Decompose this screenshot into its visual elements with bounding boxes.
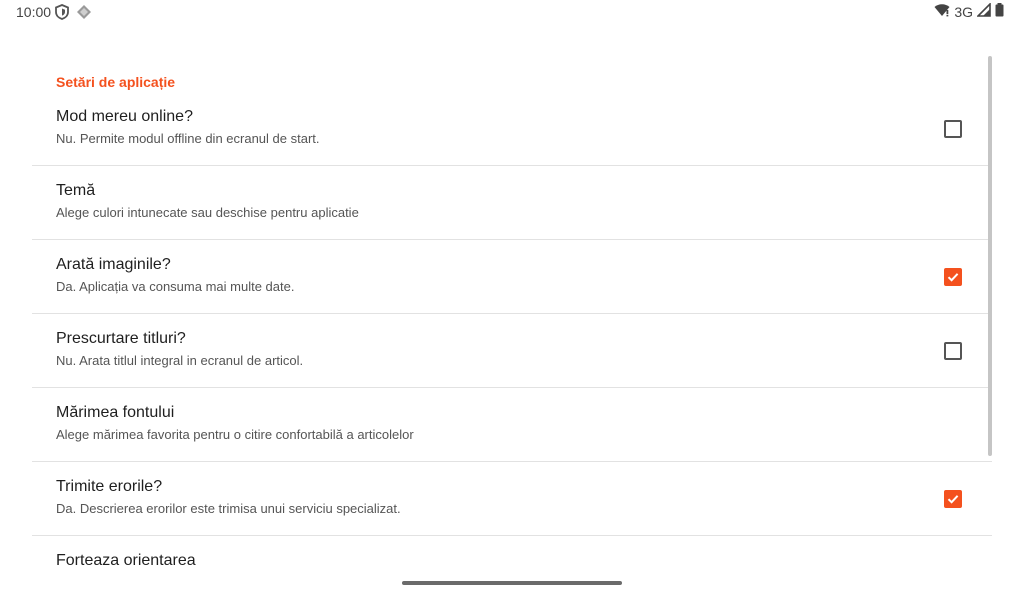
gesture-nav-handle[interactable] (402, 581, 622, 585)
setting-title: Arată imaginile? (56, 256, 171, 273)
setting-summary: Alege culori intunecate sau deschise pen… (56, 205, 359, 220)
category-header: Setări de aplicație (56, 74, 176, 90)
setting-font-size[interactable]: Mărimea fontului Alege mărimea favorita … (32, 388, 992, 462)
setting-summary: Da. Aplicația va consuma mai multe date. (56, 279, 295, 294)
setting-title: Mărimea fontului (56, 404, 175, 421)
send-errors-checkbox[interactable] (944, 490, 962, 508)
setting-title: Mod mereu online? (56, 108, 193, 125)
shorten-titles-checkbox[interactable] (944, 342, 962, 360)
wifi-icon (934, 3, 950, 20)
battery-icon (995, 3, 1004, 20)
status-time: 10:00 (16, 4, 52, 20)
setting-summary: Nu. Permite modul offline din ecranul de… (56, 131, 320, 146)
vpn-shield-icon (55, 4, 69, 25)
checkmark-icon (947, 495, 959, 504)
setting-shorten-titles[interactable]: Prescurtare titluri? Nu. Arata titlul in… (32, 314, 992, 388)
setting-title: Temă (56, 182, 96, 199)
setting-title: Prescurtare titluri? (56, 330, 186, 347)
show-images-checkbox[interactable] (944, 268, 962, 286)
setting-always-online[interactable]: Mod mereu online? Nu. Permite modul offl… (32, 92, 992, 166)
app-notification-icon (76, 4, 92, 25)
setting-summary: Nu. Arata titlul integral in ecranul de … (56, 353, 304, 368)
network-type: 3G (954, 3, 973, 20)
signal-icon (976, 2, 991, 20)
setting-show-images[interactable]: Arată imaginile? Da. Aplicația va consum… (32, 240, 992, 314)
setting-send-errors[interactable]: Trimite erorile? Da. Descrierea erorilor… (32, 462, 992, 536)
status-bar: 10:00 3G (0, 0, 1024, 24)
checkmark-icon (947, 273, 959, 282)
settings-list[interactable]: Setări de aplicație Mod mereu online? Nu… (32, 56, 992, 568)
setting-theme[interactable]: Temă Alege culori intunecate sau deschis… (32, 166, 992, 240)
setting-summary: Da. Descrierea erorilor este trimisa unu… (56, 501, 401, 516)
setting-force-orientation[interactable]: Forteaza orientarea (32, 536, 992, 568)
always-online-checkbox[interactable] (944, 120, 962, 138)
setting-title: Forteaza orientarea (56, 552, 196, 568)
setting-title: Trimite erorile? (56, 478, 163, 495)
scrollbar[interactable] (988, 56, 992, 456)
setting-summary: Alege mărimea favorita pentru o citire c… (56, 427, 414, 442)
